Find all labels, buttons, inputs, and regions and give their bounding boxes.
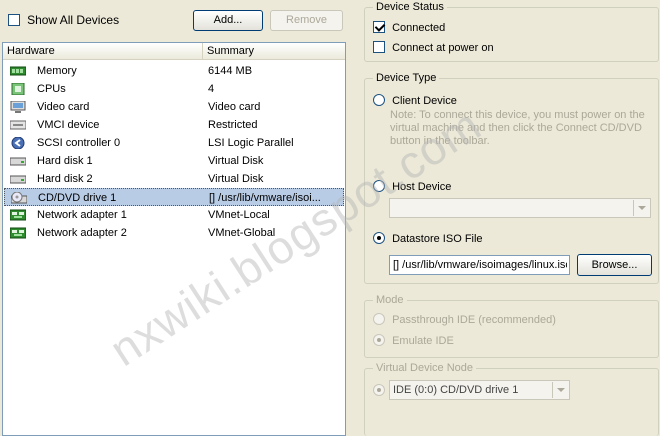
hardware-name: Hard disk 1	[37, 155, 93, 167]
device-type-group: Device Type Client Device Note: To conne…	[364, 72, 659, 284]
table-row[interactable]: VMCI device Restricted	[4, 116, 344, 134]
chevron-down-icon[interactable]	[552, 382, 568, 398]
client-device-label: Client Device	[392, 95, 457, 107]
client-device-radio[interactable]	[373, 94, 385, 106]
host-device-label: Host Device	[392, 181, 452, 193]
emulate-ide-label: Emulate IDE	[392, 335, 454, 347]
connected-option[interactable]: Connected	[373, 21, 445, 36]
cd-dvd-drive-icon	[10, 191, 28, 204]
hard-disk-icon	[9, 155, 27, 167]
hardware-summary: 6144 MB	[208, 65, 253, 77]
add-button[interactable]: Add...	[193, 10, 263, 31]
scsi-controller-icon	[10, 136, 26, 150]
virtual-device-node-value: IDE (0:0) CD/DVD drive 1	[393, 384, 519, 396]
hardware-name: Hard disk 2	[37, 173, 93, 185]
network-adapter-icon	[9, 227, 27, 239]
table-row[interactable]: Network adapter 2 VMnet-Global	[4, 224, 344, 242]
hardware-name: VMCI device	[37, 119, 100, 131]
hardware-name: SCSI controller 0	[37, 137, 121, 149]
hard-disk-icon	[9, 173, 27, 185]
hardware-summary: Video card	[208, 101, 261, 113]
table-row[interactable]: CD/DVD drive 1 [] /usr/lib/vmware/isoi...	[4, 188, 344, 206]
show-all-devices-label: Show All Devices	[27, 13, 120, 27]
show-all-devices-checkbox[interactable]	[8, 14, 20, 26]
network-adapter-icon	[9, 209, 27, 221]
hardware-name: Memory	[37, 65, 77, 77]
hardware-summary: Restricted	[208, 119, 258, 131]
client-device-note: Note: To connect this device, you must p…	[390, 109, 645, 147]
datastore-iso-radio[interactable]	[373, 232, 385, 244]
device-type-title: Device Type	[373, 72, 440, 85]
passthrough-ide-radio[interactable]	[373, 313, 385, 325]
client-device-option[interactable]: Client Device	[373, 94, 457, 109]
datastore-iso-path-input[interactable]	[389, 255, 570, 275]
hardware-summary: VMnet-Local	[208, 209, 270, 221]
datastore-iso-label: Datastore ISO File	[392, 233, 483, 245]
emulate-ide-option[interactable]: Emulate IDE	[373, 334, 454, 349]
chevron-down-icon[interactable]	[633, 200, 649, 216]
virtual-device-node-radio[interactable]	[373, 384, 385, 396]
device-status-title: Device Status	[373, 1, 447, 14]
hardware-name: CPUs	[37, 83, 66, 95]
table-row[interactable]: Hard disk 1 Virtual Disk	[4, 152, 344, 170]
hardware-summary: 4	[208, 83, 215, 95]
video-card-icon	[10, 100, 26, 113]
hardware-list-header: Hardware Summary	[3, 43, 345, 60]
virtual-device-node-group: Virtual Device Node IDE (0:0) CD/DVD dri…	[364, 362, 659, 436]
hardware-list[interactable]: Hardware Summary Memory 6144 MB CPUs 4 Video…	[2, 42, 346, 436]
connected-checkbox[interactable]	[373, 21, 385, 33]
hardware-summary: LSI Logic Parallel	[208, 137, 294, 149]
hardware-summary: Virtual Disk	[208, 155, 264, 167]
virtual-device-node-dropdown[interactable]: IDE (0:0) CD/DVD drive 1	[389, 380, 570, 400]
hardware-name: Network adapter 2	[37, 227, 127, 239]
mode-group: Mode Passthrough IDE (recommended) Emula…	[364, 294, 659, 358]
connect-at-power-on-checkbox[interactable]	[373, 41, 385, 53]
column-header-hardware[interactable]: Hardware	[3, 43, 203, 60]
table-row[interactable]: CPUs 4	[4, 80, 344, 98]
browse-button[interactable]: Browse...	[577, 254, 652, 276]
show-all-devices-option[interactable]: Show All Devices	[8, 13, 119, 29]
device-settings-pane: Device Status Connected Connect at power…	[350, 0, 660, 436]
host-device-option[interactable]: Host Device	[373, 180, 451, 195]
column-header-summary[interactable]: Summary	[203, 43, 345, 60]
passthrough-ide-label: Passthrough IDE (recommended)	[392, 314, 556, 326]
table-row[interactable]: Hard disk 2 Virtual Disk	[4, 170, 344, 188]
table-row[interactable]: Network adapter 1 VMnet-Local	[4, 206, 344, 224]
virtual-device-node-title: Virtual Device Node	[373, 362, 477, 375]
host-device-dropdown[interactable]	[389, 198, 651, 218]
datastore-iso-option[interactable]: Datastore ISO File	[373, 232, 483, 247]
vmci-device-icon	[9, 119, 27, 131]
device-status-group: Device Status Connected Connect at power…	[364, 1, 659, 62]
hardware-summary: Virtual Disk	[208, 173, 264, 185]
hardware-name: Network adapter 1	[37, 209, 127, 221]
connect-at-power-on-option[interactable]: Connect at power on	[373, 41, 494, 56]
connect-at-power-on-label: Connect at power on	[392, 42, 494, 54]
memory-icon	[9, 65, 27, 77]
connected-label: Connected	[392, 22, 446, 34]
table-row[interactable]: SCSI controller 0 LSI Logic Parallel	[4, 134, 344, 152]
mode-title: Mode	[373, 294, 407, 307]
passthrough-ide-option[interactable]: Passthrough IDE (recommended)	[373, 313, 556, 328]
hardware-summary: VMnet-Global	[208, 227, 276, 239]
hardware-summary: [] /usr/lib/vmware/isoi...	[209, 192, 321, 204]
hardware-name: CD/DVD drive 1	[38, 192, 117, 204]
table-row[interactable]: Video card Video card	[4, 98, 344, 116]
hardware-name: Video card	[37, 101, 90, 113]
table-row[interactable]: Memory 6144 MB	[4, 62, 344, 80]
cpu-icon	[10, 82, 26, 96]
emulate-ide-radio[interactable]	[373, 334, 385, 346]
hardware-pane: Show All Devices Add... Remove Hardware …	[0, 0, 350, 436]
remove-button[interactable]: Remove	[270, 10, 343, 31]
host-device-radio[interactable]	[373, 180, 385, 192]
